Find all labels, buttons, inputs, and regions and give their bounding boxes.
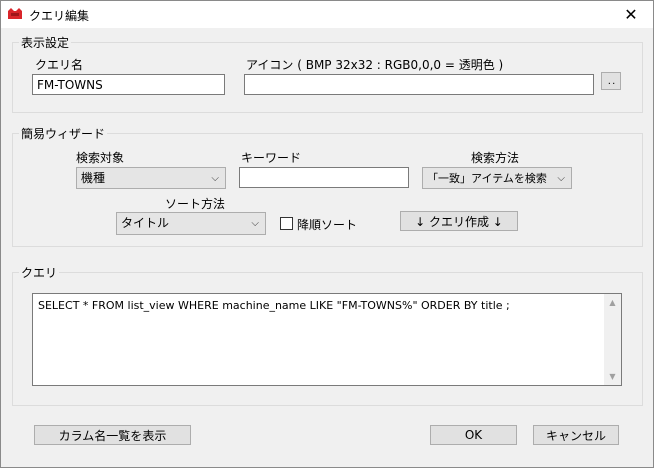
query-text: SELECT * FROM list_view WHERE machine_na… (38, 299, 510, 312)
search-target-label: 検索対象 (76, 151, 125, 165)
browse-icon-label: . . (607, 75, 615, 87)
chevron-down-icon: ⌵ (557, 173, 565, 184)
ok-button[interactable]: OK (430, 425, 517, 445)
query-group-label: クエリ (19, 264, 60, 281)
scroll-down-icon[interactable]: ▼ (604, 368, 621, 385)
descending-sort-label: 降順ソート (297, 218, 358, 232)
keyword-label: キーワード (241, 151, 302, 165)
chevron-down-icon: ⌵ (251, 218, 259, 229)
create-query-label: ↓ クエリ作成 ↓ (415, 214, 503, 229)
title-bar: クエリ編集 ✕ (1, 1, 653, 28)
browse-icon-button[interactable]: . . (601, 72, 621, 90)
search-target-select[interactable]: 機種 ⌵ (76, 167, 226, 189)
search-method-select[interactable]: 「一致」アイテムを検索 ⌵ (422, 167, 572, 189)
window-title: クエリ編集 (29, 9, 90, 23)
icon-label: アイコン ( BMP 32x32 : RGB0,0,0 = 透明色 ) (246, 58, 504, 72)
chevron-down-icon: ⌵ (211, 173, 219, 184)
app-icon (8, 8, 22, 19)
cancel-label: キャンセル (545, 428, 606, 443)
create-query-button[interactable]: ↓ クエリ作成 ↓ (400, 211, 518, 231)
show-columns-label: カラム名一覧を表示 (58, 428, 167, 443)
close-button[interactable]: ✕ (609, 1, 653, 28)
cancel-button[interactable]: キャンセル (533, 425, 619, 445)
close-icon: ✕ (624, 5, 638, 24)
query-name-label: クエリ名 (35, 58, 84, 72)
keyword-input[interactable] (239, 167, 409, 188)
search-method-value: 「一致」アイテムを検索 (427, 172, 547, 185)
descending-sort-checkbox[interactable] (280, 217, 293, 230)
display-settings-group-label: 表示設定 (19, 34, 72, 51)
icon-path-input[interactable] (244, 74, 594, 95)
vertical-scrollbar[interactable]: ▲ ▼ (604, 294, 621, 385)
sort-method-select[interactable]: タイトル ⌵ (116, 212, 266, 235)
sort-method-label: ソート方法 (165, 197, 226, 211)
ok-label: OK (464, 428, 483, 442)
show-columns-button[interactable]: カラム名一覧を表示 (34, 425, 191, 445)
search-method-label: 検索方法 (471, 151, 520, 165)
scroll-up-icon[interactable]: ▲ (604, 294, 621, 311)
search-target-value: 機種 (81, 171, 106, 185)
query-name-input[interactable]: FM-TOWNS (32, 74, 225, 95)
sort-method-value: タイトル (121, 216, 170, 230)
wizard-group-label: 簡易ウィザード (19, 125, 108, 142)
query-textarea[interactable]: SELECT * FROM list_view WHERE machine_na… (32, 293, 622, 386)
query-edit-dialog: クエリ編集 ✕ 表示設定 クエリ名 FM-TOWNS アイコン ( BMP 32… (0, 0, 654, 468)
